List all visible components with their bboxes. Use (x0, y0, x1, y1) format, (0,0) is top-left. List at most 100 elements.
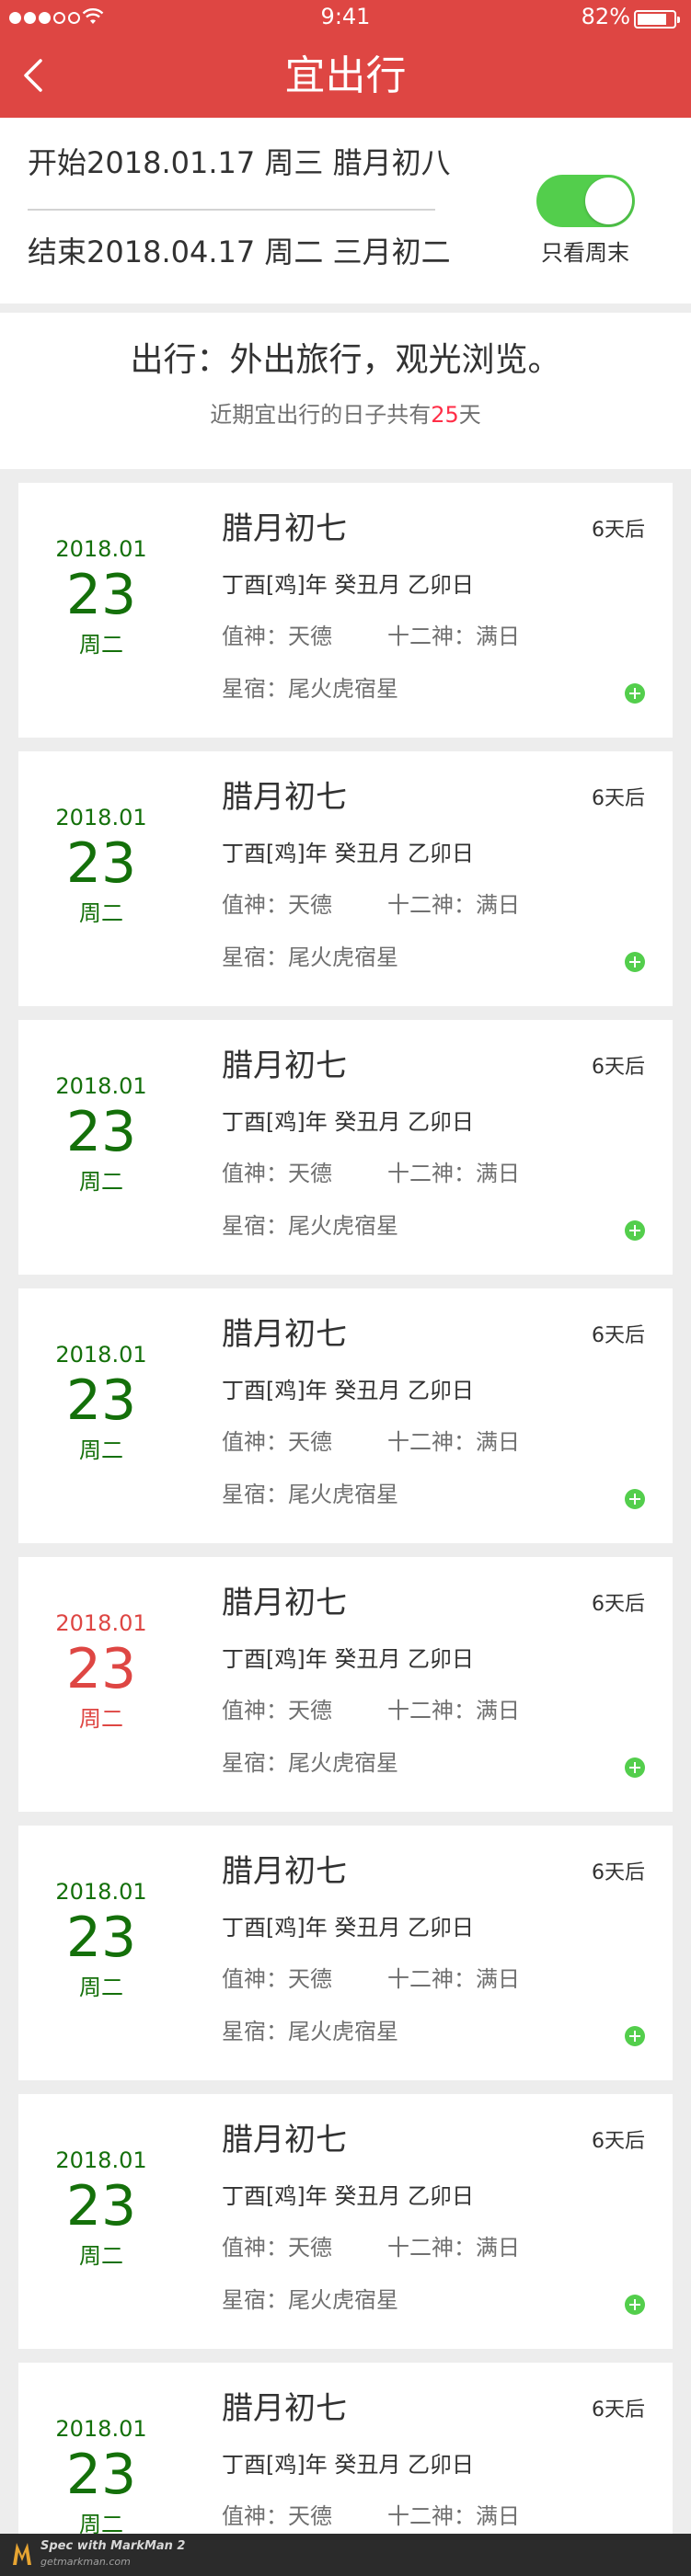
ganzhi-date: 丁酉[鸡]年 癸丑月 乙卯日 (222, 2452, 474, 2478)
date-weekday: 周二 (79, 1437, 123, 1463)
ganzhi-date: 丁酉[鸡]年 癸丑月 乙卯日 (222, 2183, 474, 2209)
add-circle-icon[interactable] (625, 1220, 645, 1241)
markman-footer: Spec with MarkMan 2 getmarkman.com (0, 2534, 691, 2576)
ganzhi-date: 丁酉[鸡]年 癸丑月 乙卯日 (222, 841, 474, 866)
list-item[interactable]: 2018.01 23 周二 腊月初七 6天后 丁酉[鸡]年 癸丑月 乙卯日 值神：天德 十二神… (18, 1020, 673, 1275)
days-until: 6天后 (592, 2130, 645, 2153)
start-date-picker[interactable]: 开始2018.01.17 周三 腊月初八 (28, 144, 451, 181)
weekend-only-toggle[interactable] (536, 175, 635, 227)
date-weekday: 周二 (79, 900, 123, 926)
add-circle-icon[interactable] (625, 1757, 645, 1778)
twelve-shen: 十二神：满日 (387, 1161, 520, 1186)
suitable-days-suffix: 天 (458, 402, 481, 428)
star-mansion: 星宿：尾火虎宿星 (222, 2287, 398, 2313)
twelve-shen: 十二神：满日 (387, 624, 520, 649)
status-bar: 9:41 82% (0, 0, 691, 37)
weekend-only-label: 只看周末 (541, 240, 629, 266)
date-year-month: 2018.01 (55, 1879, 147, 1905)
days-until: 6天后 (592, 519, 645, 542)
add-circle-icon[interactable] (625, 1489, 645, 1509)
battery-icon (634, 10, 680, 29)
lunar-date: 腊月初七 (222, 1585, 347, 1621)
list-item[interactable]: 2018.01 23 周二 腊月初七 6天后丁酉[鸡]年 癸丑月 乙卯日 值神：天德 十二神… (18, 2094, 673, 2349)
date-block: 2018.01 23 周二 (18, 1341, 184, 1464)
date-weekday: 周二 (79, 1169, 123, 1195)
date-day: 23 (65, 1637, 137, 1701)
date-day: 23 (65, 831, 137, 896)
list-item[interactable]: 2018.01 23 周二 腊月初七 6天后丁酉[鸡]年 癸丑月 乙卯日 值神：天德 十二神… (18, 483, 673, 738)
markman-title: Spec with MarkMan 2 (40, 2539, 186, 2553)
lunar-date: 腊月初七 (222, 2122, 347, 2158)
date-day: 23 (65, 2443, 137, 2507)
zhishen: 值神：天德 (222, 2503, 332, 2529)
list-item[interactable]: 2018.01 23 周二 腊月初七 6天后丁酉[鸡]年 癸丑月 乙卯日 值神：天德 十二神… (18, 1288, 673, 1543)
lunar-date: 腊月初七 (222, 510, 347, 547)
zhishen: 值神：天德 (222, 1966, 332, 1992)
ganzhi-date: 丁酉[鸡]年 癸丑月 乙卯日 (222, 572, 474, 598)
twelve-shen: 十二神：满日 (387, 1698, 520, 1723)
zhishen: 值神：天德 (222, 1429, 332, 1455)
date-block: 2018.01 23 周二 (18, 2415, 184, 2538)
battery-percent: 82% (581, 4, 630, 29)
ganzhi-date: 丁酉[鸡]年 癸丑月 乙卯日 (222, 1915, 474, 1941)
shen-info: 值神：天德 十二神：满日 (222, 1696, 520, 1725)
purpose-description: 出行：外出旅行，观光浏览。 (130, 341, 561, 379)
shen-info: 值神：天德 十二神：满日 (222, 1964, 520, 1994)
twelve-shen: 十二神：满日 (387, 1966, 520, 1992)
date-day: 23 (65, 563, 137, 627)
date-year-month: 2018.01 (55, 536, 147, 562)
lunar-date: 腊月初七 (222, 1853, 347, 1890)
date-block: 2018.01 23 周二 (18, 1609, 184, 1733)
list-item[interactable]: 2018.01 23 周二 腊月初七 6天后 丁酉[鸡]年 癸丑月 乙卯日 值神：天德 十二神… (18, 751, 673, 1006)
ganzhi-date: 丁酉[鸡]年 癸丑月 乙卯日 (222, 1646, 474, 1672)
twelve-shen: 十二神：满日 (387, 2503, 520, 2529)
list-item[interactable]: 2018.01 23 周二 腊月初七 6天后 丁酉[鸡]年 癸丑月 乙卯日 值神：天德 十二神… (18, 1826, 673, 2080)
date-weekday: 周二 (79, 1706, 123, 1732)
lunar-date: 腊月初七 (222, 779, 347, 816)
star-mansion: 星宿：尾火虎宿星 (222, 1750, 398, 1776)
nav-header: 9:41 82% 宜出行 (0, 0, 691, 118)
shen-info: 值神：天德 十二神：满日 (222, 2233, 520, 2262)
zhishen: 值神：天德 (222, 624, 332, 649)
page-title: 宜出行 (284, 52, 407, 99)
date-year-month: 2018.01 (55, 2147, 147, 2173)
date-day: 23 (65, 1906, 137, 1970)
date-block: 2018.01 23 周二 (18, 804, 184, 927)
date-day: 23 (65, 2174, 137, 2238)
lunar-date: 腊月初七 (222, 1316, 347, 1353)
add-circle-icon[interactable] (625, 2026, 645, 2046)
zhishen: 值神：天德 (222, 892, 332, 918)
date-year-month: 2018.01 (55, 1342, 147, 1368)
zhishen: 值神：天德 (222, 1698, 332, 1723)
battery-level (638, 14, 666, 25)
list-item[interactable]: 2018.01 23 周二 腊月初七 6天后 丁酉[鸡]年 癸丑月 乙卯日 值神：天德 十二神… (18, 1557, 673, 1812)
lunar-date: 腊月初七 (222, 2390, 347, 2427)
date-block: 2018.01 23 周二 (18, 2147, 184, 2270)
add-circle-icon[interactable] (625, 952, 645, 972)
zhishen: 值神：天德 (222, 2235, 332, 2261)
date-weekday: 周二 (79, 632, 123, 658)
date-day: 23 (65, 1368, 137, 1433)
add-circle-icon[interactable] (625, 2295, 645, 2315)
date-block: 2018.01 23 周二 (18, 1072, 184, 1196)
shen-info: 值神：天德 十二神：满日 (222, 2502, 520, 2531)
date-day: 23 (65, 1100, 137, 1164)
date-year-month: 2018.01 (55, 1073, 147, 1099)
shen-info: 值神：天德 十二神：满日 (222, 622, 520, 651)
twelve-shen: 十二神：满日 (387, 1429, 520, 1455)
shen-info: 值神：天德 十二神：满日 (222, 890, 520, 920)
shen-info: 值神：天德 十二神：满日 (222, 1427, 520, 1457)
star-mansion: 星宿：尾火虎宿星 (222, 945, 398, 970)
date-block: 2018.01 23 周二 (18, 1878, 184, 2001)
lunar-date: 腊月初七 (222, 1048, 347, 1084)
star-mansion: 星宿：尾火虎宿星 (222, 1213, 398, 1239)
twelve-shen: 十二神：满日 (387, 2235, 520, 2261)
star-mansion: 星宿：尾火虎宿星 (222, 2019, 398, 2044)
date-weekday: 周二 (79, 2243, 123, 2269)
days-until: 6天后 (592, 1324, 645, 1347)
markman-site: getmarkman.com (40, 2556, 131, 2568)
end-date-picker[interactable]: 结束2018.04.17 周二 三月初二 (28, 234, 451, 270)
add-circle-icon[interactable] (625, 683, 645, 704)
ganzhi-date: 丁酉[鸡]年 癸丑月 乙卯日 (222, 1378, 474, 1403)
star-mansion: 星宿：尾火虎宿星 (222, 1482, 398, 1507)
